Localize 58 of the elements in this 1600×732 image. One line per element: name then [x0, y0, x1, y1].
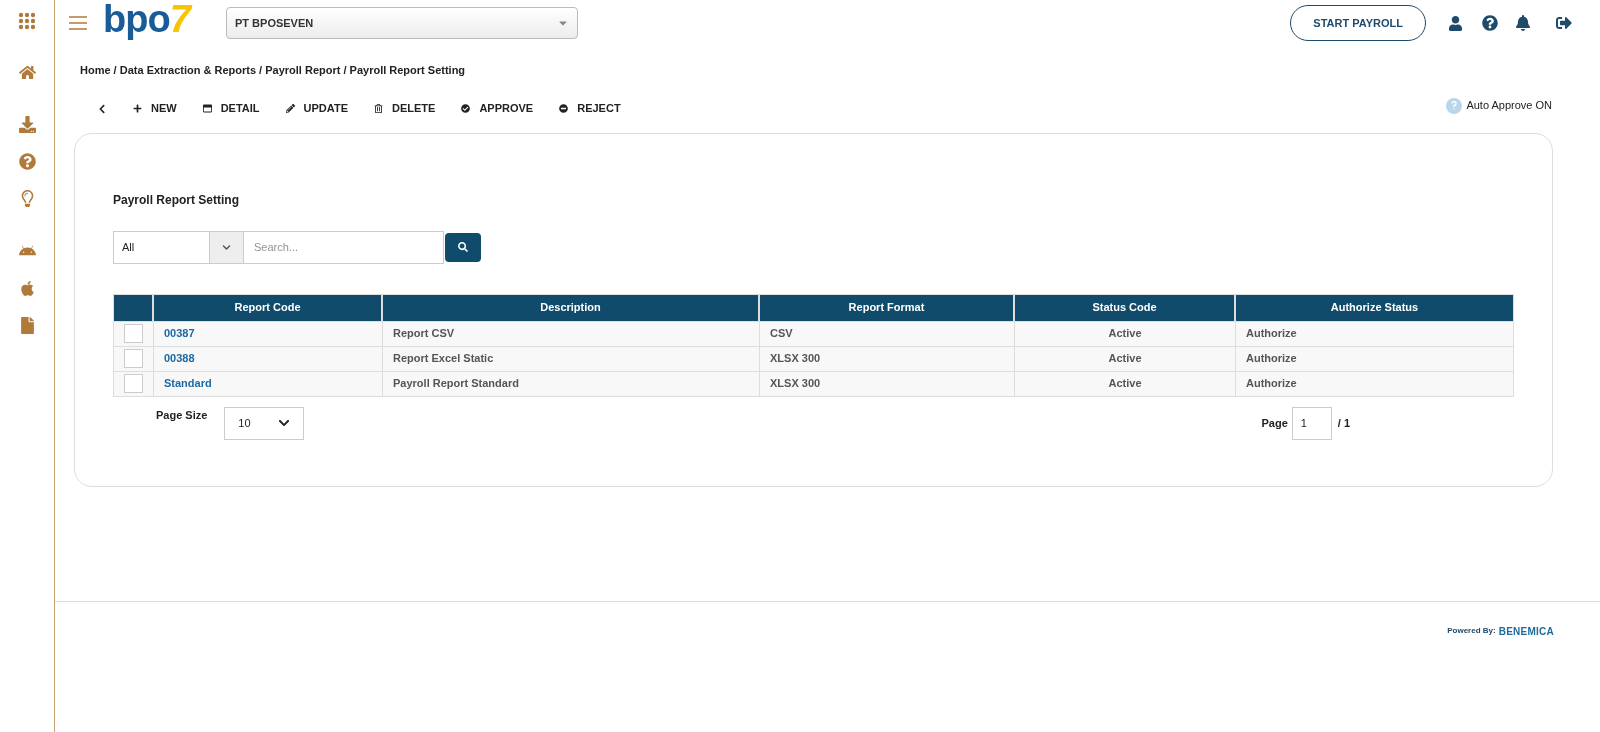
toolbar-button[interactable]: DETAIL [202, 100, 260, 117]
menu-icon[interactable] [69, 16, 87, 30]
toolbar-button[interactable]: NEW [133, 100, 177, 117]
table-cell-text: Authorize [1246, 376, 1297, 392]
home-icon[interactable] [18, 64, 36, 81]
page-size-select[interactable]: 10 [224, 406, 305, 440]
table-cell-text: Report CSV [393, 326, 455, 342]
pencil-icon [285, 104, 295, 113]
page-label: Page [1261, 415, 1288, 431]
powered-by-label: Powered By: [1447, 625, 1496, 637]
page-field[interactable]: 1 [1291, 406, 1332, 440]
back-chevron-icon [97, 103, 107, 114]
toolbar-button[interactable]: APPROVE [461, 100, 534, 117]
trash-icon [374, 104, 383, 113]
brand-logo: BENEMICA [1498, 624, 1554, 639]
logout-icon[interactable] [1556, 15, 1572, 31]
apple-icon[interactable] [18, 280, 36, 297]
search-button[interactable] [445, 232, 481, 262]
page-size-label: Page Size [156, 407, 208, 423]
help-icon[interactable] [1482, 15, 1498, 31]
breadcrumb: Home / Data Extraction & Reports / Payroll Report / Payroll Report Setting [80, 63, 466, 78]
chevron-down-icon [278, 417, 291, 429]
toolbar-button[interactable]: DELETE [374, 100, 436, 117]
report-code-link[interactable]: 00387 [164, 325, 195, 342]
table-cell-text: Active [1108, 376, 1142, 392]
search-field[interactable]: Search... [244, 230, 444, 264]
search-icon [458, 242, 468, 252]
company-select[interactable]: PT BPOSEVEN [226, 7, 578, 39]
row-checkbox[interactable] [124, 349, 143, 368]
page-total: / 1 [1337, 415, 1350, 431]
user-icon[interactable] [1448, 15, 1463, 31]
table-cell-text: CSV [770, 326, 793, 342]
table-cell-text: Authorize [1246, 326, 1297, 342]
chevron-down-icon [222, 242, 231, 252]
download-icon[interactable] [18, 116, 36, 133]
toolbar-button[interactable]: UPDATE [285, 100, 348, 117]
table-cell-text: Report Excel Static [393, 351, 494, 367]
column-header: Authorize Status [1329, 300, 1420, 316]
plus-icon [133, 104, 142, 113]
row-checkbox[interactable] [124, 374, 143, 393]
table-cell-text: Active [1108, 326, 1142, 342]
table-cell-text: Active [1108, 351, 1142, 367]
report-code-link[interactable]: Standard [164, 375, 212, 392]
bell-icon[interactable] [1515, 15, 1531, 31]
table-cell-text: Authorize [1246, 351, 1297, 367]
filter-select[interactable]: All [113, 230, 244, 264]
panel-title: Payroll Report Setting [113, 191, 241, 209]
window-icon [202, 104, 212, 113]
table-cell-text: XLSX 300 [770, 376, 821, 392]
toolbar-button[interactable]: REJECT [559, 100, 621, 117]
report-code-link[interactable]: 00388 [164, 350, 195, 367]
table-cell-text: Payroll Report Standard [393, 376, 519, 392]
auto-approve-label: Auto Approve ON [1466, 98, 1552, 114]
table-cell-text: XLSX 300 [770, 351, 821, 367]
apps-grid-icon[interactable] [18, 12, 36, 30]
row-checkbox[interactable] [124, 324, 143, 343]
file-icon[interactable] [18, 317, 36, 334]
back-button[interactable] [97, 103, 107, 114]
